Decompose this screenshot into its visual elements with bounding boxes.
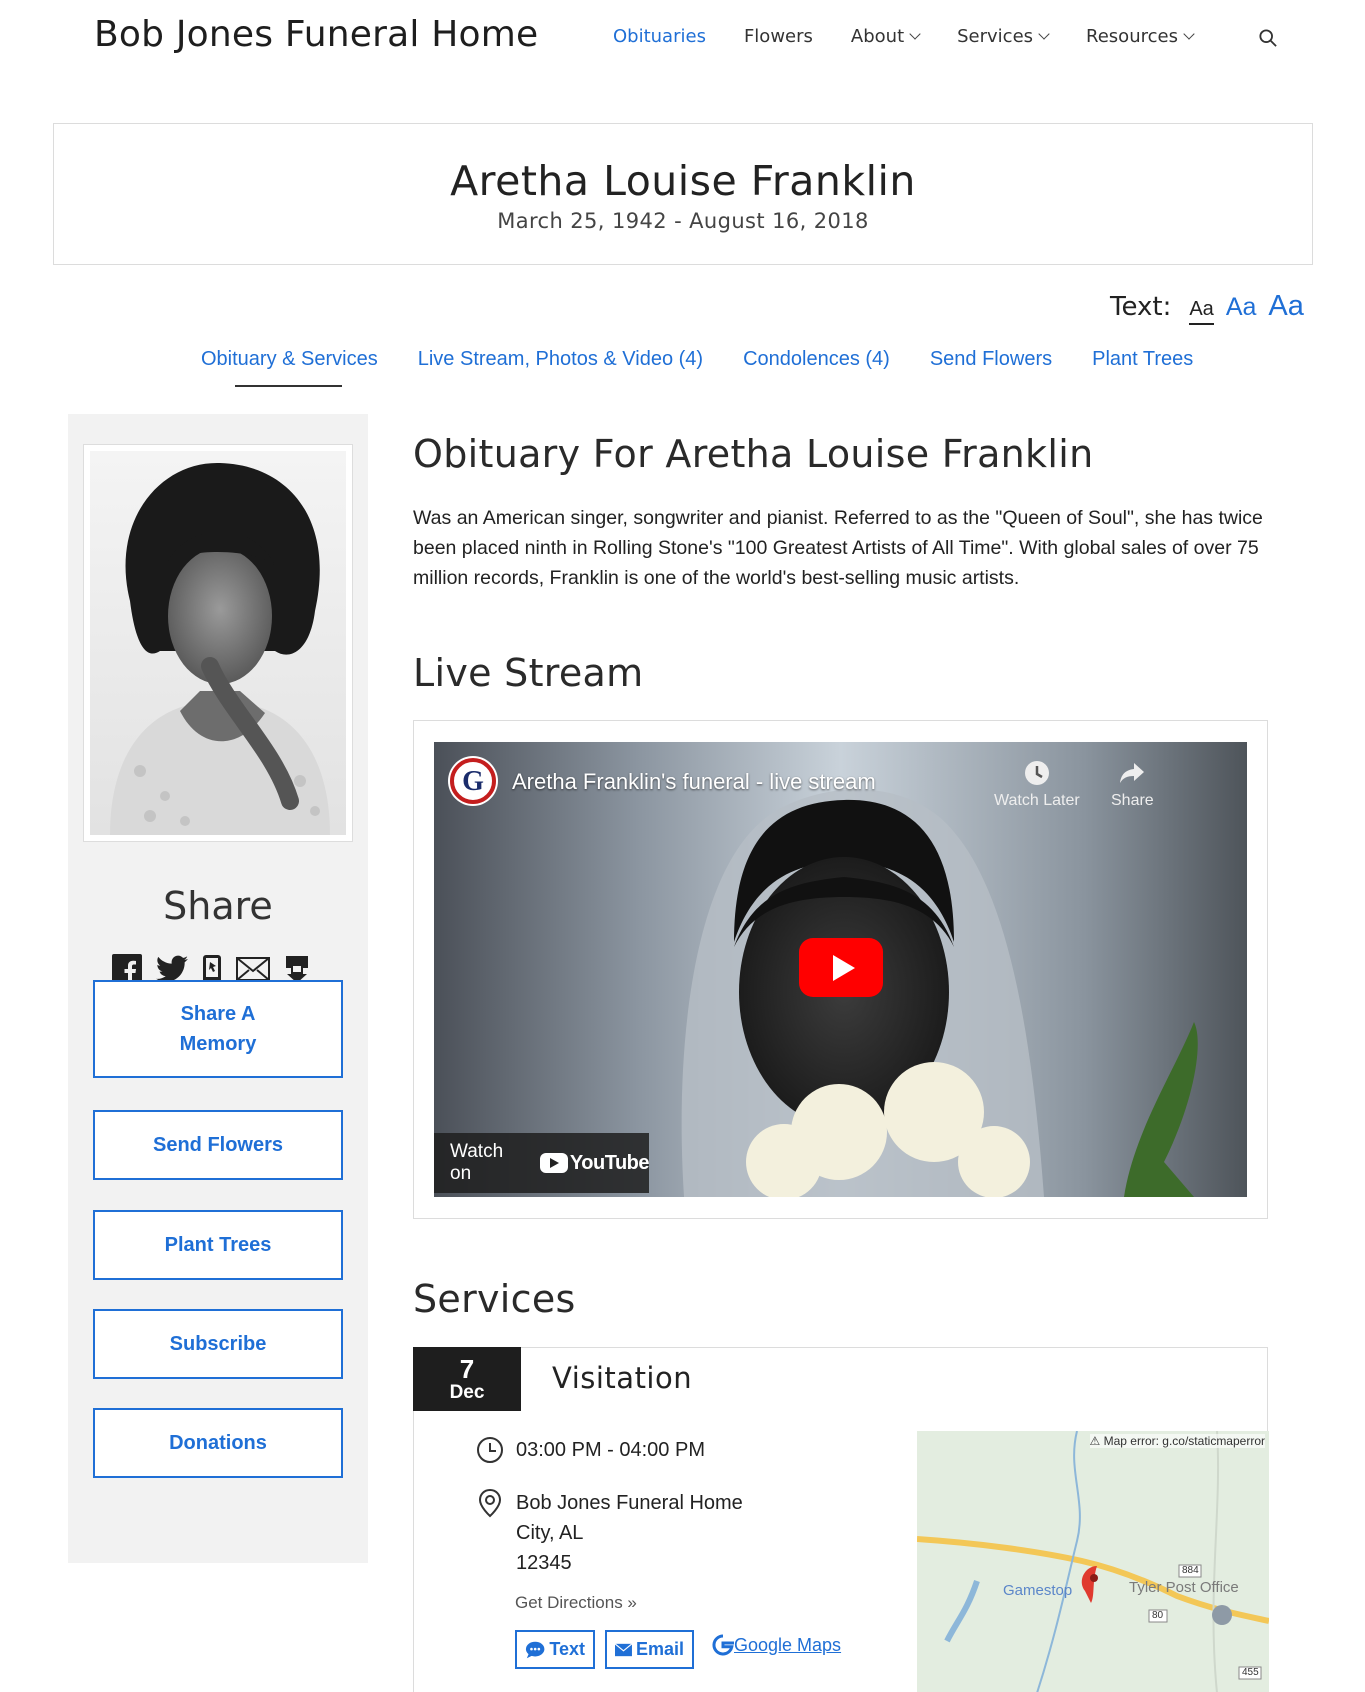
nav-resources[interactable]: Resources	[1086, 26, 1195, 47]
map-route-shield: 884	[1182, 1565, 1199, 1576]
site-title[interactable]: Bob Jones Funeral Home	[94, 14, 538, 55]
map-route-shield: 80	[1152, 1610, 1164, 1621]
live-stream-card: G Aretha Franklin's funeral - live strea…	[413, 720, 1268, 1219]
map-error-label: Map error: g.co/staticmaperror	[1103, 1434, 1265, 1448]
map-graphic	[917, 1431, 1269, 1692]
tab-send-flowers[interactable]: Send Flowers	[930, 348, 1052, 371]
youtube-label: YouTube	[569, 1151, 650, 1174]
donations-button[interactable]: Donations	[93, 1408, 343, 1478]
tab-plant-trees[interactable]: Plant Trees	[1092, 348, 1193, 371]
share-arrow-icon	[1120, 763, 1145, 783]
text-directions-button[interactable]: Text	[515, 1630, 595, 1669]
obituary-name-box: Aretha Louise Franklin March 25, 1942 - …	[53, 123, 1313, 265]
sidebar: Share Share A Memory Send Flowers Plant …	[68, 414, 368, 1563]
service-day: 7	[459, 1354, 475, 1384]
service-title: Visitation	[552, 1361, 693, 1395]
google-maps-link[interactable]: Google Maps	[712, 1634, 841, 1656]
google-g-icon	[712, 1634, 734, 1656]
services-heading: Services	[413, 1277, 576, 1321]
main-nav: Obituaries Flowers About Services Resour…	[613, 26, 1231, 47]
watch-on-youtube-button[interactable]: Watch on YouTube	[434, 1133, 650, 1193]
channel-logo[interactable]: G	[448, 756, 498, 806]
youtube-icon	[539, 1153, 568, 1173]
channel-logo-letter: G	[462, 766, 484, 797]
nav-obituaries[interactable]: Obituaries	[613, 26, 706, 47]
map-label-gamestop: Gamestop	[1003, 1582, 1073, 1599]
service-month: Dec	[449, 1382, 485, 1403]
google-maps-label: Google Maps	[734, 1634, 842, 1655]
video-title[interactable]: Aretha Franklin's funeral - live stream	[512, 769, 876, 795]
map-route-shield: 455	[1242, 1667, 1259, 1678]
text-size-control: Text: Aa Aa Aa	[1110, 290, 1316, 325]
obituary-heading: Obituary For Aretha Louise Franklin	[413, 432, 1094, 476]
location-name: Bob Jones Funeral Home	[516, 1492, 743, 1514]
tab-live-stream[interactable]: Live Stream, Photos & Video (4)	[418, 348, 703, 371]
nav-services[interactable]: Services	[957, 26, 1050, 47]
clock-icon	[1024, 761, 1049, 785]
text-size-label: Text:	[1110, 292, 1172, 322]
plant-trees-button[interactable]: Plant Trees	[93, 1210, 343, 1280]
location-city: City, AL	[516, 1522, 584, 1544]
get-directions-link[interactable]: Get Directions »	[515, 1593, 637, 1613]
share-heading: Share	[163, 884, 273, 928]
nav-about[interactable]: About	[850, 26, 921, 47]
text-size-small[interactable]: Aa	[1189, 298, 1214, 325]
nav-label: About	[850, 26, 905, 47]
service-card: 7 Dec Visitation 03:00 PM - 04:00 PM Bob…	[413, 1347, 1269, 1692]
play-button[interactable]	[799, 938, 883, 997]
map-label-post-office: Tyler Post Office	[1129, 1579, 1239, 1596]
share-memory-button[interactable]: Share A Memory	[93, 980, 343, 1078]
watch-later-button[interactable]: Watch Later	[994, 759, 1080, 810]
clock-icon	[477, 1437, 503, 1463]
location-zip: 12345	[516, 1552, 572, 1574]
chevron-down-icon	[909, 28, 921, 40]
service-time-text: 03:00 PM - 04:00 PM	[516, 1438, 705, 1461]
nav-flowers[interactable]: Flowers	[744, 26, 813, 47]
text-size-medium[interactable]: Aa	[1226, 293, 1257, 322]
chat-bubble-icon	[525, 1641, 545, 1658]
chevron-down-icon	[1038, 28, 1050, 40]
map-error-text: ⚠ Map error: g.co/staticmaperror	[1089, 1434, 1265, 1448]
email-directions-button[interactable]: Email	[605, 1630, 694, 1669]
envelope-icon	[615, 1642, 632, 1656]
life-dates: March 25, 1942 - August 16, 2018	[497, 209, 869, 233]
watch-on-label: Watch on	[450, 1141, 504, 1184]
location-pin-icon	[478, 1488, 502, 1518]
subscribe-button[interactable]: Subscribe	[93, 1309, 343, 1379]
deceased-name: Aretha Louise Franklin	[450, 157, 916, 205]
youtube-logo: YouTube	[539, 1151, 650, 1175]
nav-label: Services	[957, 26, 1034, 47]
service-location: Bob Jones Funeral Home City, AL 12345	[476, 1488, 743, 1578]
service-time: 03:00 PM - 04:00 PM	[476, 1436, 705, 1464]
nav-label: Obituaries	[613, 26, 706, 47]
location-map[interactable]: ⚠ Map error: g.co/staticmaperror Gamesto…	[917, 1431, 1269, 1692]
share-label: Share	[1111, 792, 1154, 809]
live-stream-heading: Live Stream	[413, 651, 644, 695]
search-icon[interactable]	[1259, 29, 1277, 47]
send-flowers-button[interactable]: Send Flowers	[93, 1110, 343, 1180]
video-share-button[interactable]: Share	[1111, 759, 1154, 810]
video-player[interactable]: G Aretha Franklin's funeral - live strea…	[434, 742, 1247, 1197]
email-button-label: Email	[635, 1639, 684, 1659]
obituary-text: Was an American singer, songwriter and p…	[413, 507, 1263, 589]
text-button-label: Text	[549, 1639, 585, 1659]
tab-condolences[interactable]: Condolences (4)	[743, 348, 890, 371]
text-size-large[interactable]: Aa	[1268, 290, 1303, 323]
portrait-photo	[83, 444, 353, 842]
chevron-down-icon	[1183, 28, 1195, 40]
watch-later-label: Watch Later	[994, 792, 1080, 809]
obituary-tabs: Obituary & Services Live Stream, Photos …	[201, 348, 1233, 387]
tab-obituary-services[interactable]: Obituary & Services	[201, 348, 378, 387]
nav-label: Flowers	[743, 26, 813, 47]
date-badge: 7 Dec	[413, 1347, 521, 1411]
nav-label: Resources	[1086, 26, 1178, 47]
